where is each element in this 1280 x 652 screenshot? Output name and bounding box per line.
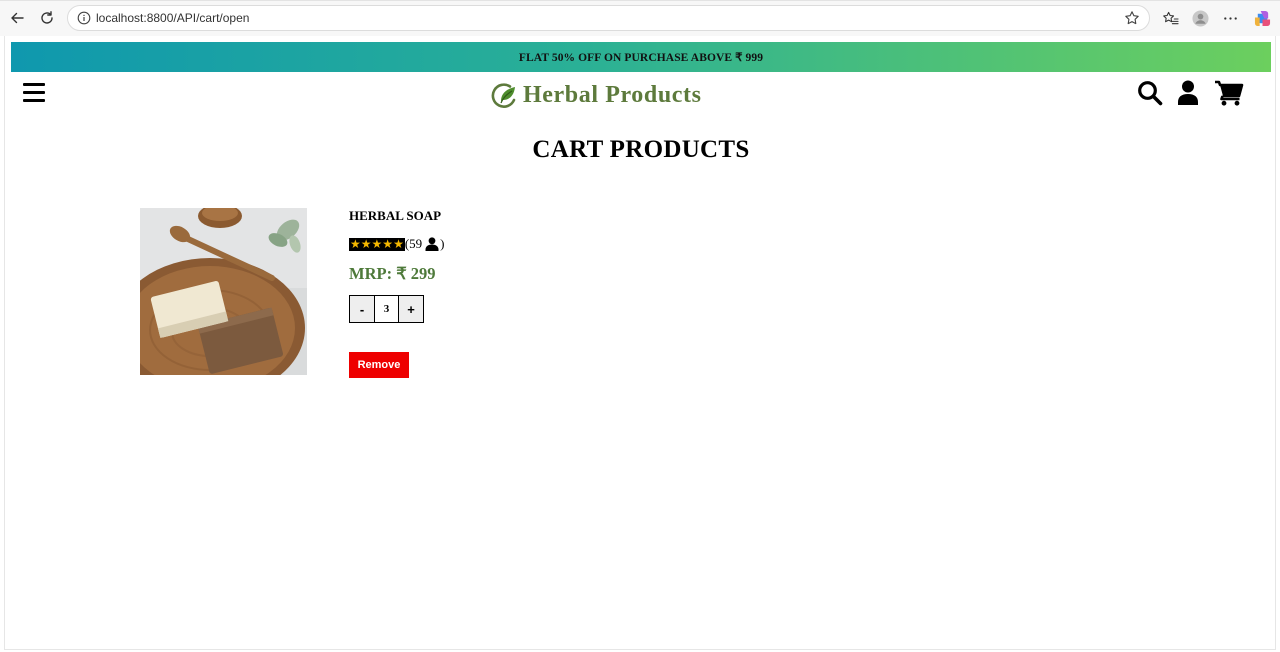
reviewer-user-icon [425,237,439,251]
more-options-button[interactable] [1220,8,1240,28]
leaf-logo-icon [491,83,516,108]
product-price: MRP: ₹ 299 [349,264,436,283]
url-text: localhost:8800/API/cart/open [96,11,250,25]
product-rating: ★ ★ ★ ★ ★ (59 ) [349,236,445,252]
reload-icon [41,11,53,24]
site-info-icon[interactable] [77,11,91,25]
soap-photo-illustration [140,208,307,375]
page-viewport: FLAT 50% OFF ON PURCHASE ABOVE ₹ 999 Her… [4,36,1276,650]
favorites-list-icon [1162,11,1179,24]
star-icon: ★ [371,236,383,251]
rating-stars: ★ ★ ★ ★ ★ [349,236,405,251]
star-icon: ★ [350,236,361,251]
product-image[interactable] [140,208,307,375]
profile-avatar-icon [1191,9,1209,27]
more-dots-icon [1223,16,1237,20]
address-bar[interactable]: localhost:8800/API/cart/open [67,5,1150,31]
star-icon: ★ [382,236,394,251]
back-arrow-icon [11,12,24,24]
star-icon: ★ [360,236,372,251]
logo-text: Herbal Products [523,81,702,108]
copilot-icon [1254,10,1270,26]
decrement-button[interactable]: - [350,296,374,322]
quantity-value[interactable]: 3 [374,296,399,322]
review-count: (59 [404,236,423,251]
favorites-button[interactable] [1160,8,1180,28]
promo-banner: FLAT 50% OFF ON PURCHASE ABOVE ₹ 999 [11,42,1271,72]
back-button[interactable] [7,8,27,28]
product-name[interactable]: HERBAL SOAP [349,208,441,224]
remove-button[interactable]: Remove [349,352,409,378]
cart-icon[interactable] [1214,80,1244,106]
reload-button[interactable] [37,8,57,28]
page-title: CART PRODUCTS [532,136,750,163]
quantity-stepper: - 3 + [349,295,424,323]
browser-toolbar: localhost:8800/API/cart/open [0,0,1280,36]
increment-button[interactable]: + [399,296,423,322]
review-count-close: ) [440,236,445,251]
profile-button[interactable] [1190,8,1210,28]
menu-icon[interactable] [23,83,45,103]
copilot-button[interactable] [1252,8,1272,28]
user-icon[interactable] [1177,80,1199,106]
promo-banner-text: FLAT 50% OFF ON PURCHASE ABOVE ₹ 999 [518,52,764,64]
search-icon[interactable] [1137,80,1163,106]
favorite-star-icon[interactable] [1124,10,1140,26]
star-icon: ★ [393,236,404,251]
site-logo[interactable]: Herbal Products [488,78,702,112]
